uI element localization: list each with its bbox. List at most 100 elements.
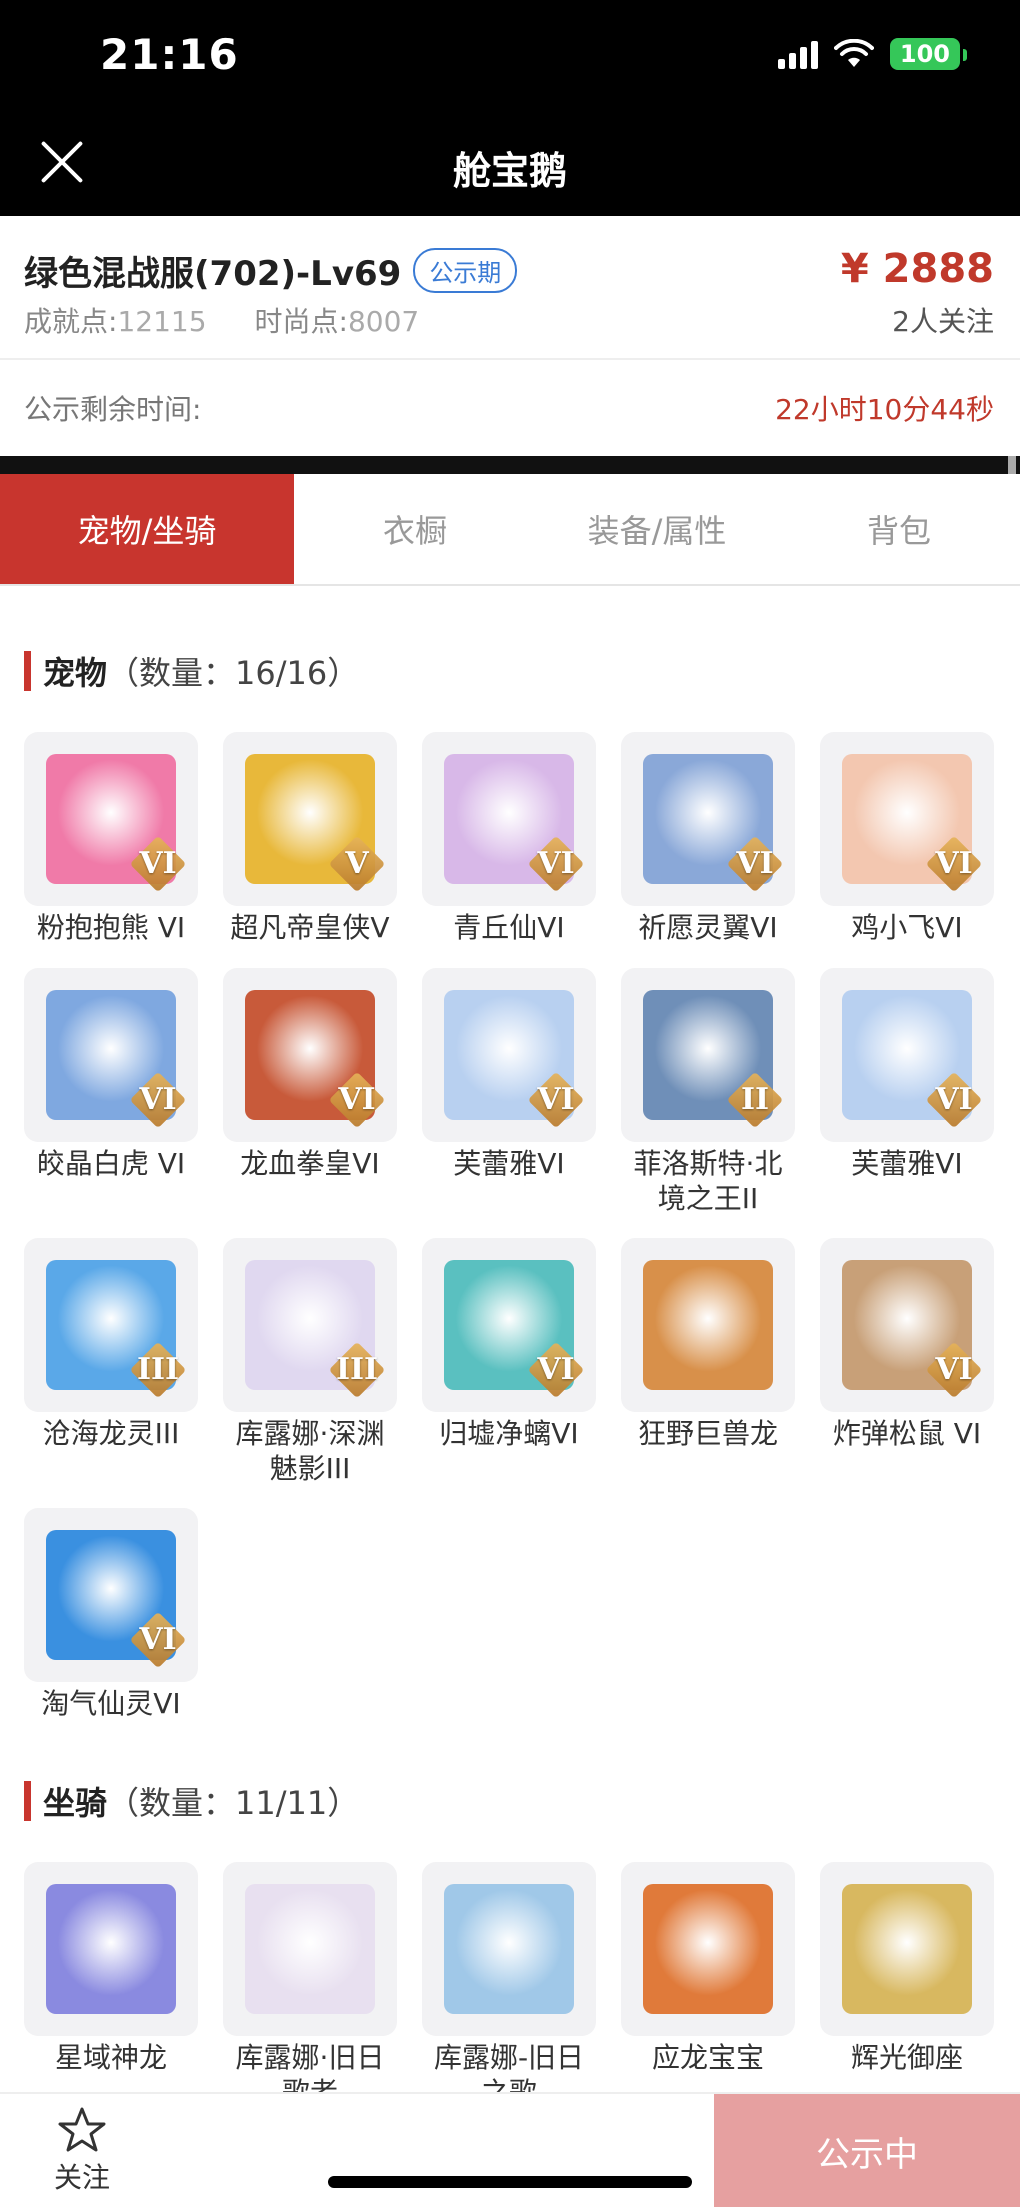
- divider: [0, 456, 1020, 474]
- list-item[interactable]: V 超凡帝皇侠V: [223, 732, 397, 968]
- grade-badge: VI: [527, 1071, 585, 1129]
- list-item[interactable]: III 库露娜·深渊魅影III: [223, 1238, 397, 1508]
- list-item[interactable]: III 沧海龙灵III: [24, 1238, 198, 1508]
- list-item[interactable]: 应龙宝宝: [621, 1862, 795, 2092]
- item-thumbnail: VI: [223, 968, 397, 1142]
- list-item[interactable]: VI 龙血拳皇VI: [223, 968, 397, 1238]
- item-thumbnail: III: [223, 1238, 397, 1412]
- item-name: 炸弹松鼠 VI: [832, 1417, 982, 1450]
- item-name: 辉光御座: [850, 2041, 963, 2074]
- status-icons: 100: [777, 38, 968, 70]
- item-thumbnail: [621, 1238, 795, 1412]
- home-indicator: [328, 2176, 692, 2188]
- fashion-points: 时尚点:8007: [254, 305, 420, 338]
- grade-badge: VI: [129, 1611, 187, 1669]
- item-thumbnail: [223, 1862, 397, 2036]
- item-thumbnail: [820, 1862, 994, 2036]
- grade-badge: VI: [925, 1071, 983, 1129]
- item-image: [444, 1884, 574, 2014]
- item-name: 芙蕾雅VI: [851, 1147, 963, 1180]
- list-item[interactable]: VI 芙蕾雅VI: [422, 968, 596, 1238]
- list-item[interactable]: VI 归墟净螭VI: [422, 1238, 596, 1508]
- list-item[interactable]: 库露娜-旧日之歌: [422, 1862, 596, 2092]
- tab-wardrobe[interactable]: 衣橱: [294, 474, 536, 584]
- list-item[interactable]: II 菲洛斯特·北境之王II: [621, 968, 795, 1238]
- grade-badge: III: [129, 1341, 187, 1399]
- list-item[interactable]: 星域神龙: [24, 1862, 198, 2092]
- tab-bar: 宠物/坐骑 衣橱 装备/属性 背包: [0, 474, 1020, 586]
- item-image: [46, 1884, 176, 2014]
- grade-badge: V: [328, 835, 386, 893]
- item-thumbnail: VI: [422, 732, 596, 906]
- follow-button[interactable]: 关注: [30, 2106, 134, 2196]
- item-name: 狂野巨兽龙: [637, 1417, 778, 1450]
- follow-label: 关注: [53, 2161, 110, 2194]
- item-name: 龙血拳皇VI: [240, 1147, 380, 1180]
- star-icon: [58, 2107, 106, 2152]
- grade-badge: VI: [527, 835, 585, 893]
- item-name: 归墟净螭VI: [439, 1417, 579, 1450]
- wifi-icon: [833, 39, 874, 67]
- status-time: 21:16: [100, 30, 239, 79]
- tab-backpack[interactable]: 背包: [778, 474, 1020, 584]
- grade-badge: VI: [527, 1341, 585, 1399]
- item-thumbnail: VI: [24, 732, 198, 906]
- countdown-value: 22小时10分44秒: [775, 393, 994, 426]
- server-title: 绿色混战服(702)-Lv69 公示期: [24, 246, 518, 295]
- grade-badge: VI: [925, 1341, 983, 1399]
- countdown-label: 公示剩余时间:: [24, 393, 202, 426]
- list-item[interactable]: VI 祈愿灵翼VI: [621, 732, 795, 968]
- item-thumbnail: VI: [422, 1238, 596, 1412]
- item-thumbnail: VI: [24, 1508, 198, 1682]
- list-item[interactable]: VI 芙蕾雅VI: [820, 968, 994, 1238]
- item-thumbnail: VI: [820, 968, 994, 1142]
- item-image: [842, 1884, 972, 2014]
- list-item[interactable]: VI 粉抱抱熊 VI: [24, 732, 198, 968]
- server-name: 绿色混战服(702)-Lv69: [24, 254, 402, 294]
- achievement-points: 成就点:12115: [24, 305, 207, 338]
- item-name: 沧海龙灵III: [42, 1417, 180, 1450]
- item-name: 芙蕾雅VI: [453, 1147, 565, 1180]
- signal-icon: [777, 39, 818, 69]
- listing-header: 绿色混战服(702)-Lv69 公示期 成就点:12115 时尚点:8007 ¥…: [0, 216, 1020, 360]
- item-name: 库露娜-旧日之歌: [433, 2041, 585, 2092]
- item-name: 星域神龙: [54, 2041, 167, 2074]
- item-thumbnail: VI: [820, 732, 994, 906]
- tab-equipment[interactable]: 装备/属性: [536, 474, 778, 584]
- mount-grid: 星域神龙 库露娜·旧日歌者库露娜-旧日之歌 应龙宝宝 辉光御座: [24, 1862, 998, 2092]
- item-image: [245, 1884, 375, 2014]
- item-thumbnail: V: [223, 732, 397, 906]
- grade-badge: VI: [925, 835, 983, 893]
- top-bar: 21:16 100 舱宝鹅: [0, 0, 1020, 216]
- list-item[interactable]: VI 鸡小飞VI: [820, 732, 994, 968]
- list-item[interactable]: VI 青丘仙VI: [422, 732, 596, 968]
- tab-pets-mounts[interactable]: 宠物/坐骑: [0, 474, 294, 584]
- list-item[interactable]: VI 淘气仙灵VI: [24, 1508, 198, 1720]
- grade-badge: III: [328, 1341, 386, 1399]
- item-name: 应龙宝宝: [651, 2041, 764, 2074]
- list-item[interactable]: 狂野巨兽龙: [621, 1238, 795, 1508]
- price: ¥ 2888: [840, 246, 994, 292]
- list-item[interactable]: 辉光御座: [820, 1862, 994, 2092]
- item-image: [643, 1884, 773, 2014]
- grade-badge: VI: [726, 835, 784, 893]
- grade-badge: VI: [129, 835, 187, 893]
- battery-icon: 100: [889, 38, 968, 70]
- list-item[interactable]: VI 皎晶白虎 VI: [24, 968, 198, 1238]
- mounts-section-title: 坐骑 （数量：11/11）: [24, 1778, 359, 1824]
- bottom-bar: 关注 公示中: [0, 2092, 1020, 2207]
- item-thumbnail: [422, 1862, 596, 2036]
- list-item[interactable]: 库露娜·旧日歌者: [223, 1862, 397, 2092]
- item-name: 菲洛斯特·北境之王II: [633, 1147, 783, 1215]
- pet-grid: VI 粉抱抱熊 VI V 超凡帝皇侠V VI 青丘仙VI VI 祈愿灵翼VI VI 鸡小飞VI VI…: [24, 732, 998, 1720]
- item-name: 库露娜·深渊魅影III: [235, 1417, 385, 1485]
- item-thumbnail: [621, 1862, 795, 2036]
- list-item[interactable]: VI 炸弹松鼠 VI: [820, 1238, 994, 1508]
- follower-count: 2人关注: [892, 305, 994, 338]
- grade-badge: VI: [129, 1071, 187, 1129]
- item-thumbnail: II: [621, 968, 795, 1142]
- public-status-button[interactable]: 公示中: [714, 2094, 1020, 2207]
- grade-badge: VI: [328, 1071, 386, 1129]
- item-name: 库露娜·旧日歌者: [235, 2041, 385, 2092]
- item-name: 淘气仙灵VI: [41, 1687, 181, 1720]
